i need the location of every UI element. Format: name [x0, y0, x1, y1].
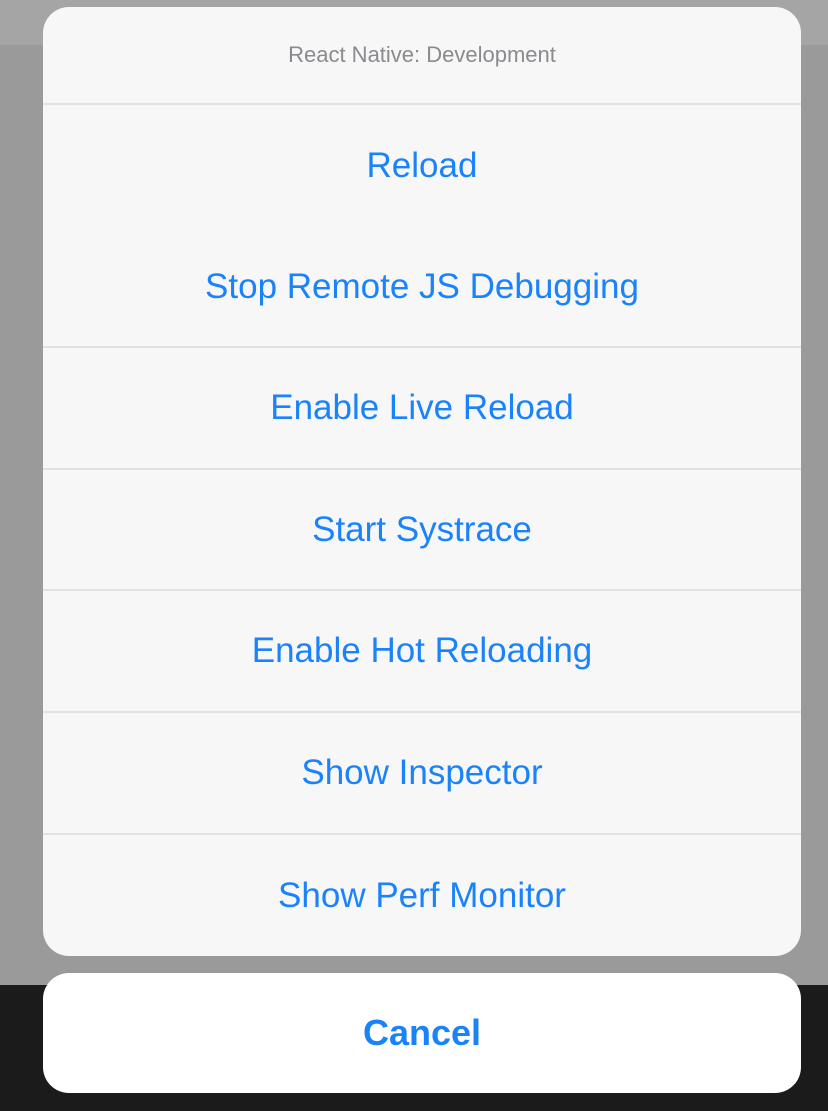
enable-hot-reloading-button[interactable]: Enable Hot Reloading [43, 591, 801, 713]
stop-remote-js-debugging-button[interactable]: Stop Remote JS Debugging [43, 227, 801, 348]
reload-button[interactable]: Reload [43, 105, 801, 227]
action-sheet-title: React Native: Development [43, 7, 801, 105]
dev-menu-action-sheet: React Native: Development Reload Stop Re… [43, 7, 801, 956]
show-inspector-button[interactable]: Show Inspector [43, 713, 801, 835]
cancel-button[interactable]: Cancel [43, 973, 801, 1093]
start-systrace-button[interactable]: Start Systrace [43, 470, 801, 591]
enable-live-reload-button[interactable]: Enable Live Reload [43, 348, 801, 470]
show-perf-monitor-button[interactable]: Show Perf Monitor [43, 835, 801, 956]
